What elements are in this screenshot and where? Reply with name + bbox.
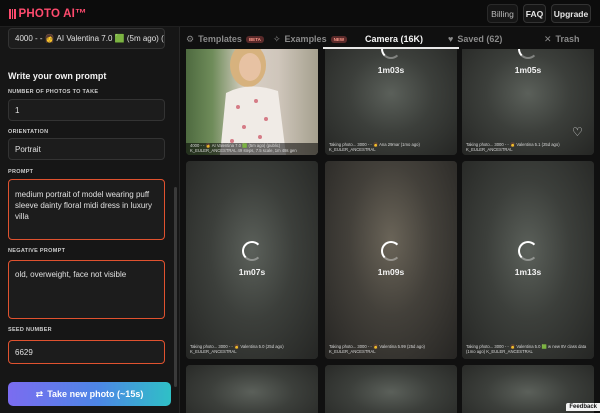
photo-caption: Taking photo... 3000 - - 👩 Valentina 5.1… <box>466 142 560 153</box>
sparkle-icon: ✧ <box>273 33 281 44</box>
pending-photo-card[interactable]: 1m05s ♡ Taking photo... 3000 - - 👩 Valen… <box>462 49 594 155</box>
tab-camera-label: Camera (16K) <box>365 34 424 44</box>
elapsed-time: 1m03s <box>377 65 405 75</box>
gear-icon: ⚙ <box>186 33 195 44</box>
blur-placeholder <box>325 365 457 413</box>
tab-trash-label: Trash <box>555 34 580 44</box>
blur-placeholder <box>186 365 318 413</box>
heart-icon[interactable]: ♡ <box>572 125 583 139</box>
tab-saved-label: Saved (62) <box>457 34 503 44</box>
elapsed-time: 1m07s <box>238 267 266 277</box>
elapsed-time: 1m13s <box>514 267 542 277</box>
orientation-select[interactable]: Portrait <box>8 138 165 160</box>
take-photo-button[interactable]: ⇄ Take new photo (~15s) <box>8 382 171 406</box>
logo[interactable]: PHOTO AI™ <box>9 7 87 21</box>
logo-bars-icon <box>9 9 16 19</box>
billing-button[interactable]: Billing <box>487 4 518 23</box>
loading-spinner-icon <box>518 241 538 261</box>
feedback-button[interactable]: Feedback <box>566 403 600 411</box>
panel-scrollbar[interactable] <box>174 187 177 387</box>
model-select[interactable]: 4000 - - 👩 AI Valentina 7.0 🟩 (5m ago) (… <box>8 28 165 49</box>
loading-spinner-icon <box>242 241 262 261</box>
beta-badge: BETA <box>245 35 264 43</box>
tab-templates-label: Templates <box>198 34 242 44</box>
tab-camera[interactable]: Camera (16K) <box>365 31 423 47</box>
tab-trash[interactable]: ✕ Trash <box>544 31 580 47</box>
seed-input[interactable]: 6629 <box>8 340 165 364</box>
prompt-label: PROMPT <box>8 169 34 175</box>
pending-photo-card[interactable]: 1m07s Taking photo... 3000 - - 👩 Valenti… <box>186 161 318 359</box>
negative-prompt-label: NEGATIVE PROMPT <box>8 248 66 254</box>
pending-photo-card[interactable] <box>186 365 318 413</box>
prompt-textarea[interactable]: medium portrait of model wearing puff sl… <box>8 179 165 240</box>
faq-button[interactable]: FAQ <box>523 4 546 23</box>
orientation-label: ORIENTATION <box>8 129 49 135</box>
photo-caption: 4000 - - 👩 AI Valentina 7.0 🟩 (5m ago) (… <box>190 143 297 154</box>
tab-examples[interactable]: ✧ Examples NEW <box>273 31 348 47</box>
pending-photo-card[interactable]: 1m03s Taking photo... 3000 - - 👩 Ana 29m… <box>325 49 457 155</box>
photo-caption: Taking photo... 3000 - - 👩 Valentina 5.0… <box>466 344 587 355</box>
photo-grid: 4000 - - 👩 AI Valentina 7.0 🟩 (5m ago) (… <box>180 49 600 413</box>
arrows-swap-icon: ⇄ <box>35 388 44 399</box>
loading-spinner-icon <box>381 241 401 261</box>
tab-templates[interactable]: ⚙ Templates BETA <box>186 31 264 47</box>
pending-photo-card[interactable]: 1m13s Taking photo... 3000 - - 👩 Valenti… <box>462 161 594 359</box>
top-bar: PHOTO AI™ Billing FAQ Upgrade <box>0 0 600 27</box>
tab-examples-label: Examples <box>284 34 327 44</box>
num-photos-label: NUMBER OF PHOTOS TO TAKE <box>8 89 99 95</box>
prompt-panel: 4000 - - 👩 AI Valentina 7.0 🟩 (5m ago) (… <box>0 27 180 413</box>
tab-saved[interactable]: ♥ Saved (62) <box>448 31 502 47</box>
seed-label: SEED NUMBER <box>8 327 52 333</box>
negative-prompt-textarea[interactable]: old, overweight, face not visible <box>8 260 165 319</box>
upgrade-button[interactable]: Upgrade <box>551 4 591 23</box>
num-photos-input[interactable]: 1 <box>8 99 165 121</box>
take-photo-label: Take new photo (~15s) <box>47 389 144 399</box>
elapsed-time: 1m05s <box>514 65 542 75</box>
logo-text: PHOTO AI™ <box>18 8 87 20</box>
photo-caption: Taking photo... 3000 - - 👩 Valentina 5.9… <box>329 344 425 355</box>
section-title: Write your own prompt <box>8 71 107 81</box>
close-icon: ✕ <box>544 33 552 44</box>
elapsed-time: 1m09s <box>377 267 405 277</box>
tab-bar: ⚙ Templates BETA ✧ Examples NEW Camera (… <box>180 27 600 49</box>
pending-photo-card[interactable] <box>325 365 457 413</box>
photo-caption: Taking photo... 3000 - - 👩 Valentina 5.0… <box>190 344 284 355</box>
new-badge: NEW <box>330 35 348 43</box>
photo-card[interactable]: 4000 - - 👩 AI Valentina 7.0 🟩 (5m ago) (… <box>186 49 318 155</box>
portrait-illustration <box>186 49 318 155</box>
heart-icon: ♥ <box>448 34 454 44</box>
pending-photo-card[interactable]: 1m09s Taking photo... 3000 - - 👩 Valenti… <box>325 161 457 359</box>
photo-caption: Taking photo... 3000 - - 👩 Ana 29mar (1m… <box>329 142 420 153</box>
